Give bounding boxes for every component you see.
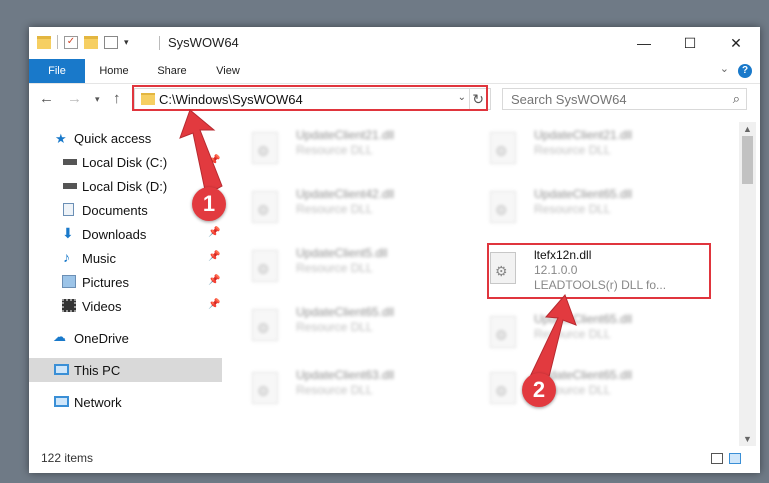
annotation-arrows: [179, 109, 577, 390]
step-badge-2: 2: [522, 373, 556, 407]
arrow-1: [179, 109, 223, 196]
step-badge-1: 1: [192, 187, 226, 221]
